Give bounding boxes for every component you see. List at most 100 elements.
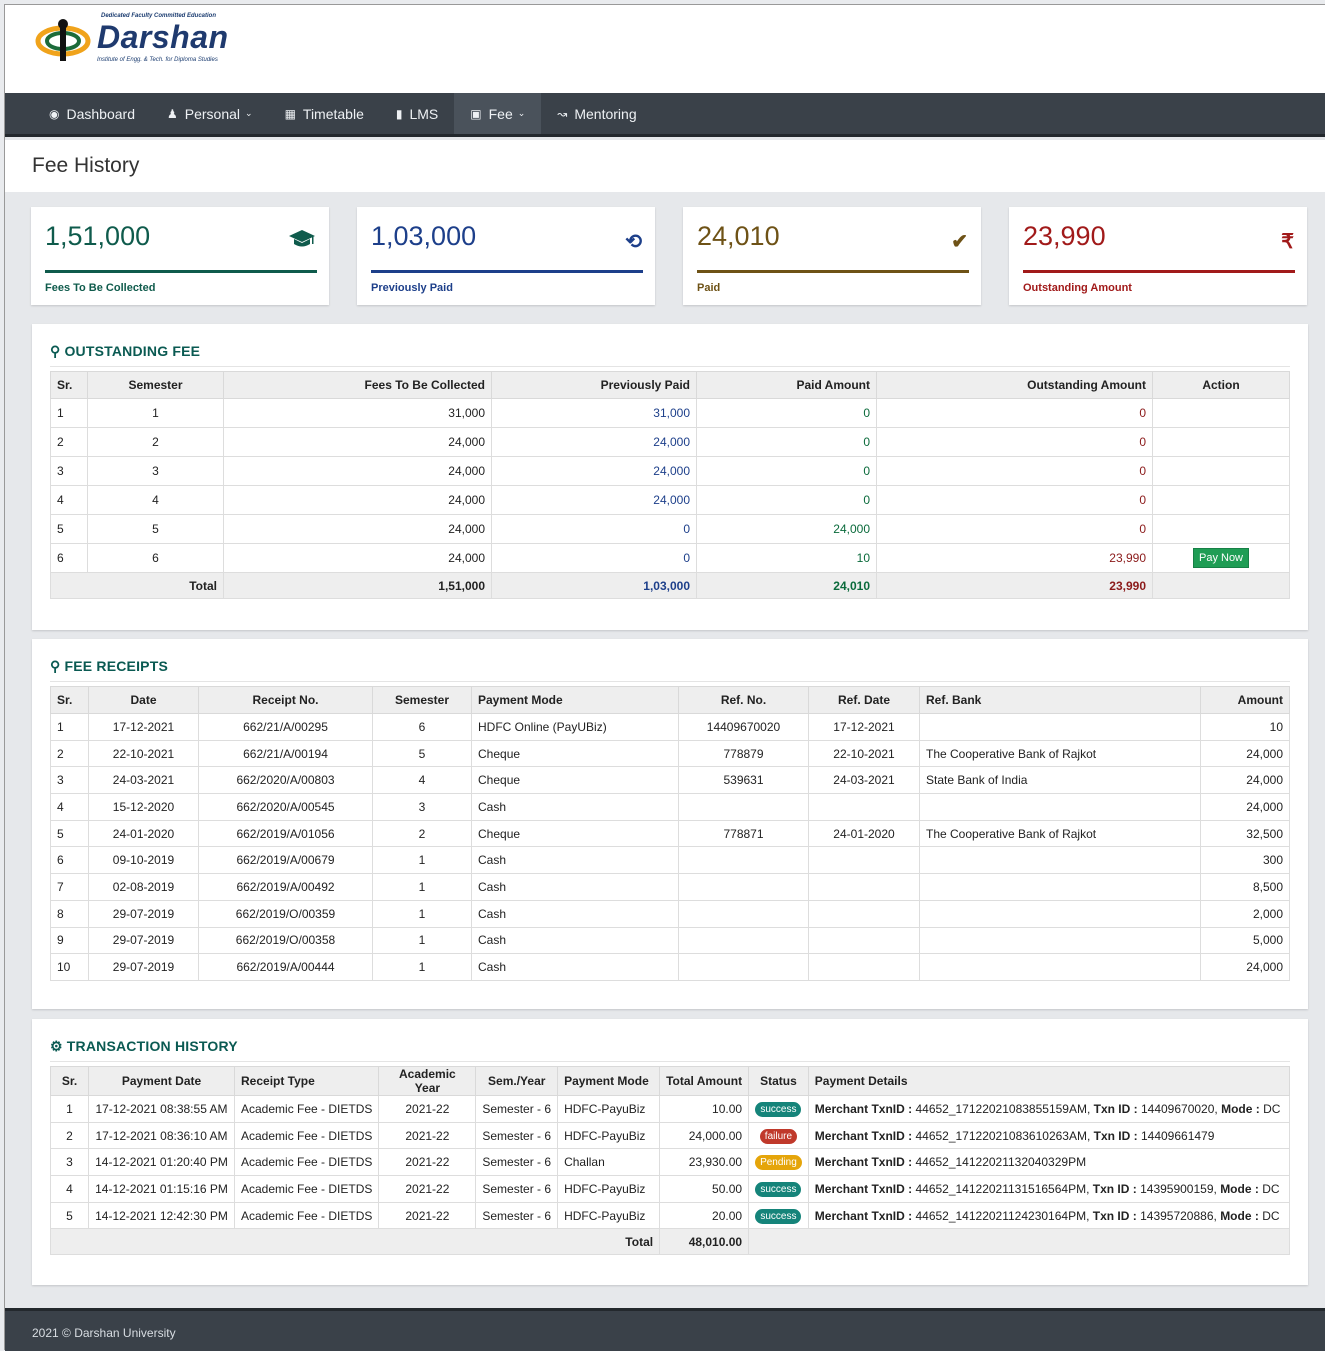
check-icon: ✔	[951, 231, 968, 253]
sr-cell: 3	[50, 456, 88, 486]
mode-label: Mode :	[1221, 1101, 1260, 1116]
header: Dedicated Faculty Committed Education Da…	[5, 5, 1325, 93]
column-header: Status	[748, 1066, 809, 1096]
sr-cell: 10	[50, 953, 89, 981]
table-row: 3 14-12-2021 01:20:40 PM Academic Fee - DI…	[50, 1148, 1291, 1177]
paid-amount-cell: 0	[696, 398, 877, 428]
ref-no-cell: 778871	[678, 819, 809, 848]
merchant-txnid: 44652_14122021124230164PM	[915, 1208, 1087, 1223]
receipt-no-cell: 662/2019/A/01056	[198, 819, 373, 848]
paid-amount-cell: 10	[696, 543, 877, 573]
sr-cell: 3	[50, 766, 89, 795]
date-cell: 17-12-2021	[88, 713, 199, 741]
nav-label: Mentoring	[574, 105, 637, 122]
nav-fee[interactable]: ▣ Fee ⌄	[454, 93, 542, 134]
logo-brand-name: Darshan	[97, 19, 229, 55]
sr-cell: 1	[50, 1095, 89, 1123]
academic-year-cell: 2021-22	[378, 1201, 477, 1230]
ref-date-cell	[808, 953, 920, 981]
payment-date-cell: 14-12-2021 01:20:40 PM	[88, 1148, 235, 1177]
column-header: Receipt No.	[198, 686, 373, 714]
darshan-logo[interactable]: Dedicated Faculty Committed Education Da…	[35, 13, 235, 73]
money-icon: ▣	[470, 106, 482, 121]
stat-value: 23,990	[1023, 221, 1106, 251]
nav-lms[interactable]: ▮ LMS	[380, 93, 454, 134]
payment-mode-cell: HDFC-PayuBiz	[557, 1175, 661, 1203]
semester-cell: 1	[372, 873, 472, 901]
column-header: Fees To Be Collected	[223, 371, 492, 399]
payment-details-cell: Merchant TxnID : 44652_14122021131516564…	[807, 1175, 1291, 1203]
total-paid: 24,010	[696, 572, 877, 599]
ref-bank-cell	[919, 846, 1201, 875]
table-row: 5 14-12-2021 12:42:30 PM Academic Fee - DI…	[50, 1201, 1291, 1230]
paid-amount-cell: 0	[696, 427, 877, 457]
stat-label: Paid	[697, 282, 721, 294]
fees-to-be-collected-cell: 24,000	[223, 427, 492, 457]
ref-bank-cell	[919, 953, 1201, 981]
ref-date-cell: 17-12-2021	[808, 713, 920, 741]
stat-bar	[371, 270, 643, 273]
stat-bar	[45, 270, 317, 273]
payment-date-cell: 17-12-2021 08:36:10 AM	[88, 1121, 235, 1150]
merchant-label: Merchant TxnID :	[814, 1155, 913, 1170]
payment-details-cell: Merchant TxnID : 44652_17122021083610263…	[807, 1121, 1291, 1150]
merchant-label: Merchant TxnID :	[814, 1128, 913, 1143]
divider	[50, 1061, 1290, 1062]
action-cell	[1152, 456, 1290, 486]
transaction-history-table: Sr. Payment Date Receipt Type Academic Y…	[49, 1066, 1291, 1256]
table-row: 1 1 31,000 31,000 0 0	[50, 398, 1290, 428]
amount-cell: 10	[1200, 713, 1290, 741]
status-badge: success	[755, 1208, 802, 1224]
amount-cell: 2,000	[1200, 899, 1290, 928]
previously-paid-cell: 24,000	[491, 427, 697, 457]
ref-date-cell	[808, 846, 920, 875]
page-frame: Dedicated Faculty Committed Education Da…	[4, 4, 1325, 1351]
sr-cell: 4	[50, 1175, 89, 1203]
book-icon: ▮	[395, 106, 403, 121]
payment-mode-cell: Cash	[471, 793, 679, 821]
column-header: Previously Paid	[491, 371, 697, 399]
previously-paid-cell: 0	[491, 543, 697, 573]
footer: 2021 © Darshan University	[5, 1308, 1325, 1351]
payment-mode-cell: Cash	[471, 873, 679, 901]
payment-mode-cell: HDFC-PayuBiz	[557, 1201, 661, 1230]
action-cell	[1152, 398, 1290, 428]
date-cell: 15-12-2020	[88, 793, 199, 821]
receipt-type-cell: Academic Fee - DIETDS	[233, 1121, 380, 1150]
total-outstanding: 23,990	[876, 572, 1153, 599]
ref-no-cell	[678, 873, 809, 901]
column-header: Receipt Type	[233, 1066, 380, 1096]
total-amount-cell: 23,930.00	[659, 1148, 750, 1177]
semester-cell: 1	[372, 899, 472, 928]
nav-label: Personal	[184, 105, 241, 122]
copyright-text: 2021 © Darshan University	[32, 1326, 176, 1340]
semester-cell: 2	[372, 819, 472, 848]
nav-personal[interactable]: ♟ Personal ⌄	[151, 93, 269, 134]
page-title-bar: Fee History	[5, 140, 1325, 192]
merchant-txnid: 44652_17122021083610263AM	[915, 1128, 1087, 1143]
column-header: Sem./Year	[475, 1066, 559, 1096]
stat-card-fees-to-be-collected: 1,51,000 Fees To Be Collected	[31, 207, 329, 305]
search-icon: ⚲	[50, 658, 61, 674]
nav-timetable[interactable]: ▦ Timetable	[269, 93, 380, 134]
sem-year-cell: Semester - 6	[475, 1148, 559, 1177]
stat-card-outstanding-amount: 23,990 ₹ Outstanding Amount	[1009, 207, 1307, 305]
amount-cell: 24,000	[1200, 953, 1290, 981]
action-cell	[1152, 514, 1290, 544]
outstanding-fee-table: Sr. Semester Fees To Be Collected Previo…	[50, 371, 1290, 599]
mode-value: DC	[1263, 1101, 1281, 1116]
column-header: Sr.	[50, 1066, 89, 1096]
panel-title-text: FEE RECEIPTS	[64, 658, 168, 674]
mode-value: DC	[1262, 1208, 1280, 1223]
table-row: 2 17-12-2021 08:36:10 AM Academic Fee - DI…	[50, 1121, 1291, 1150]
action-cell	[1152, 427, 1290, 457]
mode-value: DC	[1262, 1181, 1280, 1196]
pay-now-button[interactable]: Pay Now	[1192, 548, 1250, 568]
nav-dashboard[interactable]: ◉ Dashboard	[33, 93, 151, 134]
date-cell: 29-07-2019	[88, 953, 199, 981]
sr-cell: 6	[50, 846, 89, 875]
table-row: 9 29-07-2019 662/2019/O/00358 1 Cash 5,000	[50, 926, 1290, 955]
nav-label: Fee	[488, 105, 513, 122]
stat-label: Fees To Be Collected	[45, 282, 156, 294]
nav-mentoring[interactable]: ↝ Mentoring	[541, 93, 652, 134]
